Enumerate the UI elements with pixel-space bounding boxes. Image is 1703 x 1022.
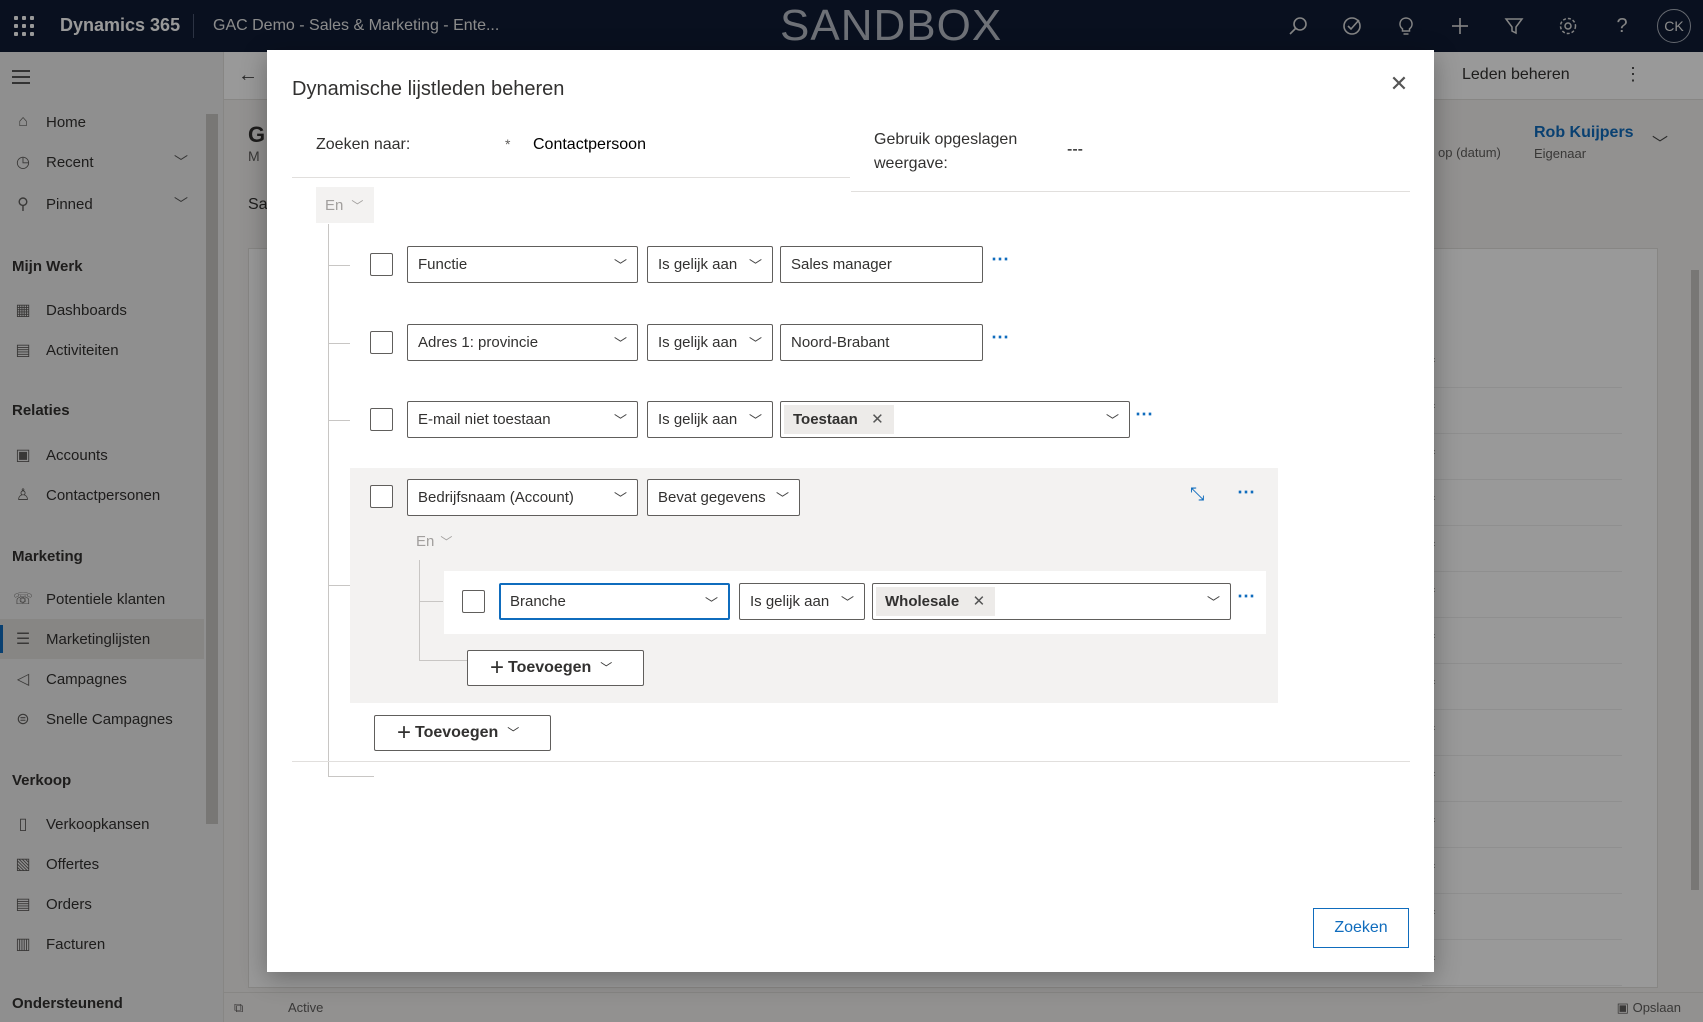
tree-connector [328,343,350,344]
operator-dropdown-value: Is gelijk aan [658,256,738,273]
search-for-label: Zoeken naar: [316,136,411,153]
chevron-down-icon: ﹀ [440,535,453,549]
field-dropdown-value: Branche [510,593,566,610]
chevron-down-icon: ﹀ [1206,595,1220,610]
tree-connector [419,660,467,661]
value-multiselect[interactable]: Wholesale ✕ ﹀ [872,583,1231,620]
tree-connector [328,420,350,421]
plus-icon: + [490,654,505,681]
chevron-down-icon: ﹀ [600,661,613,675]
tree-connector [328,224,329,776]
remove-chip-icon[interactable]: ✕ [871,410,884,428]
operator-dropdown[interactable]: Is gelijk aan ﹀ [647,324,773,361]
chevron-down-icon: ﹀ [775,491,789,506]
chevron-down-icon: ﹀ [704,596,718,611]
tree-connector [328,265,350,266]
chevron-down-icon: ﹀ [840,595,854,610]
add-button-label: Toevoegen [508,659,592,676]
more-options-icon[interactable]: ⋯ [991,327,1010,348]
operator-dropdown[interactable]: Is gelijk aan ﹀ [647,246,773,283]
row-checkbox[interactable] [370,331,393,354]
more-options-icon[interactable]: ⋯ [1237,586,1256,607]
add-button[interactable]: + Toevoegen ﹀ [374,715,551,751]
field-dropdown-value: E-mail niet toestaan [418,411,551,428]
operator-dropdown-value: Bevat gegevens [658,489,766,506]
more-options-icon[interactable]: ⋯ [991,249,1010,270]
value-input[interactable]: Noord-Brabant [780,324,983,361]
search-for-value[interactable]: Contactpersoon [533,136,646,154]
selected-value-chip: Wholesale ✕ [876,587,996,616]
more-options-icon[interactable]: ⋯ [1135,404,1154,425]
search-for-field: Zoeken naar: * Contactpersoon [292,120,850,178]
group-operator-label: En [416,533,435,550]
related-entity-dropdown[interactable]: Bedrijfsnaam (Account) ﹀ [407,479,638,516]
chevron-down-icon: ﹀ [613,258,627,273]
value-multiselect[interactable]: Toestaan ✕ ﹀ [780,401,1130,438]
operator-dropdown[interactable]: Is gelijk aan ﹀ [647,401,773,438]
operator-dropdown-value: Is gelijk aan [658,411,738,428]
tree-connector [328,585,350,586]
add-button-label: Toevoegen [415,724,499,741]
operator-dropdown-value: Is gelijk aan [750,593,830,610]
remove-chip-icon[interactable]: ✕ [973,592,986,610]
field-dropdown-value: Functie [418,256,468,273]
row-checkbox[interactable] [370,485,393,508]
saved-view-field: Gebruik opgeslagen weergave: --- [851,120,1410,192]
field-dropdown-value: Bedrijfsnaam (Account) [418,489,574,506]
group-operator-dropdown[interactable]: En ﹀ [316,187,374,223]
chevron-down-icon: ﹀ [613,336,627,351]
row-checkbox[interactable] [370,253,393,276]
tree-connector [419,601,443,602]
field-dropdown[interactable]: Adres 1: provincie ﹀ [407,324,638,361]
operator-dropdown[interactable]: Bevat gegevens ﹀ [647,479,800,516]
field-dropdown[interactable]: E-mail niet toestaan ﹀ [407,401,638,438]
row-checkbox[interactable] [370,408,393,431]
field-dropdown[interactable]: Branche ﹀ [499,583,730,620]
chevron-down-icon: ﹀ [748,413,762,428]
nested-group-operator-dropdown[interactable]: En ﹀ [416,533,452,550]
add-nested-button[interactable]: + Toevoegen ﹀ [467,650,644,686]
collapse-icon[interactable]: ⤡ [1190,484,1204,505]
field-dropdown-value: Adres 1: provincie [418,334,539,351]
chevron-down-icon: ﹀ [351,199,364,213]
operator-dropdown-value: Is gelijk aan [658,334,738,351]
saved-view-label: Gebruik opgeslagen weergave: [874,131,1018,172]
chip-label: Wholesale [885,593,960,610]
tree-connector [328,776,374,777]
divider [292,761,1410,762]
tree-connector [419,560,420,660]
plus-icon: + [397,719,412,746]
row-checkbox[interactable] [462,590,485,613]
chip-label: Toestaan [793,411,858,428]
value-input[interactable]: Sales manager [780,246,983,283]
field-dropdown[interactable]: Functie ﹀ [407,246,638,283]
operator-dropdown[interactable]: Is gelijk aan ﹀ [739,583,865,620]
manage-members-dialog: Dynamische lijstleden beheren ✕ Zoeken n… [267,50,1434,972]
dialog-title: Dynamische lijstleden beheren [292,78,565,100]
group-operator-label: En [325,197,344,214]
chevron-down-icon: ﹀ [748,336,762,351]
chevron-down-icon: ﹀ [507,726,520,740]
more-options-icon[interactable]: ⋯ [1237,482,1256,503]
search-button[interactable]: Zoeken [1313,908,1409,948]
required-marker: * [505,136,511,152]
chevron-down-icon: ﹀ [748,258,762,273]
chevron-down-icon: ﹀ [613,491,627,506]
chevron-down-icon: ﹀ [613,413,627,428]
selected-value-chip: Toestaan ✕ [784,405,894,434]
chevron-down-icon: ﹀ [1105,413,1119,428]
close-icon[interactable]: ✕ [1387,72,1411,96]
saved-view-value[interactable]: --- [1067,141,1083,159]
